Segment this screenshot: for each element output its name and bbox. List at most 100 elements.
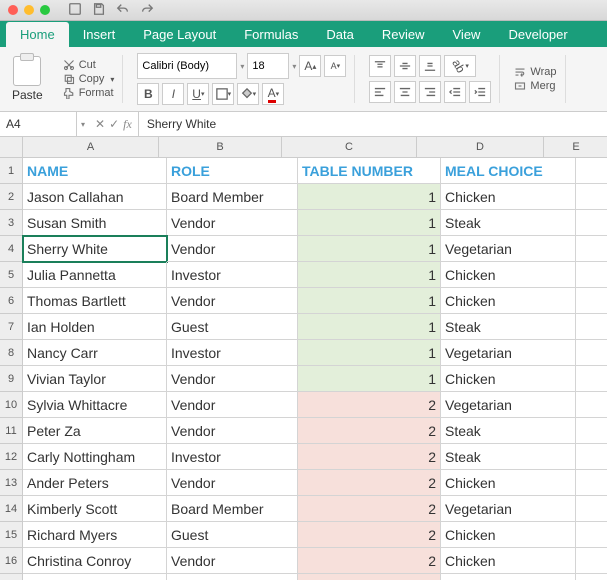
save-icon[interactable]: [92, 2, 106, 19]
close-window-button[interactable]: [8, 5, 18, 15]
row-header-15[interactable]: 15: [0, 522, 23, 548]
row-header-6[interactable]: 6: [0, 288, 23, 314]
cell-C9[interactable]: 1: [298, 366, 441, 392]
cell-D14[interactable]: Vegetarian: [441, 496, 576, 522]
align-left-button[interactable]: [369, 81, 391, 103]
cell-C13[interactable]: 2: [298, 470, 441, 496]
cell-A4[interactable]: Sherry White: [23, 236, 167, 262]
cell-D2[interactable]: Chicken: [441, 184, 576, 210]
cell-A6[interactable]: Thomas Bartlett: [23, 288, 167, 314]
cell-B11[interactable]: Vendor: [167, 418, 298, 444]
enter-formula-button[interactable]: ✓: [109, 117, 119, 131]
increase-font-button[interactable]: A▴: [299, 55, 321, 77]
align-right-button[interactable]: [419, 81, 441, 103]
undo-icon[interactable]: [116, 2, 130, 19]
format-painter-button[interactable]: Format: [63, 87, 115, 99]
row-header-1[interactable]: 1: [0, 158, 23, 184]
col-header-A[interactable]: A: [23, 137, 159, 158]
cell-D11[interactable]: Steak: [441, 418, 576, 444]
paste-button[interactable]: Paste: [6, 56, 49, 102]
cell-A7[interactable]: Ian Holden: [23, 314, 167, 340]
cell-D3[interactable]: Steak: [441, 210, 576, 236]
cell-D17[interactable]: Chicken: [441, 574, 576, 580]
cell-E4[interactable]: [576, 236, 607, 262]
row-header-4[interactable]: 4: [0, 236, 23, 262]
tab-view[interactable]: View: [439, 22, 495, 47]
cell-A8[interactable]: Nancy Carr: [23, 340, 167, 366]
cell-C3[interactable]: 1: [298, 210, 441, 236]
cell-B13[interactable]: Vendor: [167, 470, 298, 496]
cut-button[interactable]: Cut: [63, 59, 115, 71]
align-top-button[interactable]: [369, 55, 391, 77]
cell-A12[interactable]: Carly Nottingham: [23, 444, 167, 470]
cell-C2[interactable]: 1: [298, 184, 441, 210]
cell-D12[interactable]: Steak: [441, 444, 576, 470]
decrease-font-button[interactable]: A▾: [324, 55, 346, 77]
row-header-2[interactable]: 2: [0, 184, 23, 210]
font-color-button[interactable]: A▾: [262, 83, 284, 105]
row-header-7[interactable]: 7: [0, 314, 23, 340]
cell-B1[interactable]: ROLE: [167, 158, 298, 184]
col-header-B[interactable]: B: [159, 137, 282, 158]
cell-E10[interactable]: [576, 392, 607, 418]
cell-A17[interactable]: William Jones: [23, 574, 167, 580]
cell-D9[interactable]: Chicken: [441, 366, 576, 392]
cell-D1[interactable]: MEAL CHOICE: [441, 158, 576, 184]
italic-button[interactable]: I: [162, 83, 184, 105]
underline-button[interactable]: U▾: [187, 83, 209, 105]
cell-D7[interactable]: Steak: [441, 314, 576, 340]
cell-E14[interactable]: [576, 496, 607, 522]
font-name-select[interactable]: [137, 53, 237, 79]
fill-color-button[interactable]: ▾: [237, 83, 259, 105]
cell-C16[interactable]: 2: [298, 548, 441, 574]
align-middle-button[interactable]: [394, 55, 416, 77]
tab-formulas[interactable]: Formulas: [230, 22, 312, 47]
cell-E5[interactable]: [576, 262, 607, 288]
cell-E8[interactable]: [576, 340, 607, 366]
cancel-formula-button[interactable]: ✕: [95, 117, 105, 131]
border-button[interactable]: ▾: [212, 83, 234, 105]
cell-A2[interactable]: Jason Callahan: [23, 184, 167, 210]
formula-value[interactable]: Sherry White: [139, 117, 224, 131]
cell-B7[interactable]: Guest: [167, 314, 298, 340]
font-size-select[interactable]: [247, 53, 289, 79]
cell-D15[interactable]: Chicken: [441, 522, 576, 548]
cell-C15[interactable]: 2: [298, 522, 441, 548]
tab-insert[interactable]: Insert: [69, 22, 130, 47]
cell-A15[interactable]: Richard Myers: [23, 522, 167, 548]
cell-A5[interactable]: Julia Pannetta: [23, 262, 167, 288]
row-header-12[interactable]: 12: [0, 444, 23, 470]
cell-B10[interactable]: Vendor: [167, 392, 298, 418]
cell-B17[interactable]: Guest: [167, 574, 298, 580]
cell-E11[interactable]: [576, 418, 607, 444]
cell-E7[interactable]: [576, 314, 607, 340]
cell-E15[interactable]: [576, 522, 607, 548]
cell-E9[interactable]: [576, 366, 607, 392]
row-header-16[interactable]: 16: [0, 548, 23, 574]
cell-B8[interactable]: Investor: [167, 340, 298, 366]
cell-A16[interactable]: Christina Conroy: [23, 548, 167, 574]
cell-C17[interactable]: 2: [298, 574, 441, 580]
cell-C14[interactable]: 2: [298, 496, 441, 522]
cell-A3[interactable]: Susan Smith: [23, 210, 167, 236]
redo-icon[interactable]: [140, 2, 154, 19]
zoom-window-button[interactable]: [40, 5, 50, 15]
cell-B6[interactable]: Vendor: [167, 288, 298, 314]
tab-data[interactable]: Data: [312, 22, 367, 47]
cell-D10[interactable]: Vegetarian: [441, 392, 576, 418]
tab-developer[interactable]: Developer: [494, 22, 581, 47]
name-box[interactable]: A4: [0, 112, 77, 136]
cell-E16[interactable]: [576, 548, 607, 574]
tab-review[interactable]: Review: [368, 22, 439, 47]
fx-icon[interactable]: fx: [123, 117, 132, 132]
row-header-5[interactable]: 5: [0, 262, 23, 288]
cell-B12[interactable]: Investor: [167, 444, 298, 470]
cell-A14[interactable]: Kimberly Scott: [23, 496, 167, 522]
cell-B4[interactable]: Vendor: [167, 236, 298, 262]
orientation-button[interactable]: ab▾: [444, 55, 476, 77]
row-header-13[interactable]: 13: [0, 470, 23, 496]
cell-C5[interactable]: 1: [298, 262, 441, 288]
cell-C10[interactable]: 2: [298, 392, 441, 418]
row-header-14[interactable]: 14: [0, 496, 23, 522]
cell-E13[interactable]: [576, 470, 607, 496]
